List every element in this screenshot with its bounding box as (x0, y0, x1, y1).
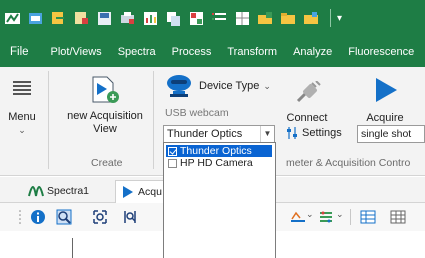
checkbox-unchecked[interactable] (168, 158, 177, 168)
acquisition-mode-select[interactable]: single shot (357, 125, 425, 143)
tab-transform[interactable]: Transform (219, 46, 285, 58)
tab-acquisition[interactable]: Acqu (115, 180, 169, 203)
export-icon[interactable] (73, 10, 90, 27)
toolbar-separator (350, 209, 351, 225)
webcam-icon (167, 75, 191, 97)
group-divider (153, 71, 154, 169)
settings-label: Settings (302, 127, 342, 139)
table-icon[interactable] (360, 209, 376, 225)
sliders-icon (287, 127, 297, 139)
plug-icon (296, 80, 321, 103)
new-acquisition-icon (92, 76, 119, 103)
new-acquisition-view-button[interactable]: new Acquisition View (64, 73, 146, 136)
folder-open-icon[interactable] (303, 10, 320, 27)
info-icon[interactable] (30, 209, 46, 225)
list-icon[interactable] (211, 10, 228, 27)
connect-button[interactable]: Connect (282, 80, 332, 124)
menu-button[interactable]: Menu ⌄ (4, 77, 40, 147)
folder-plus-icon[interactable] (257, 10, 274, 27)
print-icon[interactable] (119, 10, 136, 27)
tab-fluorescence[interactable]: Fluorescence (340, 46, 422, 58)
create-group-label: Create (91, 157, 123, 169)
device-type-button[interactable]: Device Type ⌄ (165, 73, 271, 99)
acquire-label: Acquire (366, 112, 404, 124)
tab-spectra1-label: Spectra1 (47, 185, 90, 197)
app-logo-icon[interactable] (4, 10, 21, 27)
tab-analyze[interactable]: Analyze (285, 46, 340, 58)
tab-acquisition-label: Acqu (138, 186, 162, 198)
device-select[interactable]: Thunder Optics ▼ (163, 125, 275, 143)
play-icon (123, 186, 133, 198)
chevron-down-icon[interactable]: ▼ (260, 126, 274, 142)
settings-button[interactable]: Settings (286, 126, 342, 140)
zoom-fit-icon[interactable] (92, 209, 108, 225)
device-dropdown-list: Thunder Optics HP HD Camera (163, 142, 276, 258)
device-select-value: Thunder Optics (167, 128, 243, 140)
tab-plot-views[interactable]: Plot/Views (43, 46, 110, 58)
device-subtitle: USB webcam (165, 107, 229, 119)
tab-file[interactable]: File (2, 46, 43, 58)
device-option-label: Thunder Optics (180, 145, 252, 157)
tab-process[interactable]: Process (164, 46, 220, 58)
toolbar-grip (19, 210, 21, 224)
checkbox-checked[interactable] (168, 146, 177, 156)
hamburger-icon (13, 81, 31, 95)
import-icon[interactable] (50, 10, 67, 27)
save-icon[interactable] (96, 10, 113, 27)
zoom-region-icon[interactable] (122, 209, 138, 225)
open-icon[interactable] (27, 10, 44, 27)
device-option-label: HP HD Camera (180, 157, 253, 169)
acquisition-control-group-label: meter & Acquisition Contro (286, 157, 411, 169)
ribbon-tab-bar: File Plot/Views Spectra Process Transfor… (0, 36, 425, 67)
spectra-icon (28, 186, 44, 197)
device-option-thunder-optics[interactable]: Thunder Optics (166, 145, 272, 157)
play-icon (376, 78, 397, 102)
chevron-down-icon[interactable]: ⌄ (336, 209, 344, 220)
grid-icon[interactable] (234, 10, 251, 27)
connect-label: Connect (286, 112, 328, 124)
folder-icon[interactable] (280, 10, 297, 27)
zoom-icon[interactable] (56, 209, 72, 225)
new-acquisition-label: new Acquisition View (67, 110, 143, 135)
quick-access-toolbar: ▾ (0, 0, 425, 36)
chart-icon[interactable] (142, 10, 159, 27)
peaks-icon[interactable] (318, 209, 334, 225)
layout-icon[interactable] (188, 10, 205, 27)
grid-view-icon[interactable] (390, 209, 406, 225)
plot-axis-line (72, 238, 73, 258)
chevron-down-icon: ⌄ (263, 80, 271, 91)
copy-icon[interactable] (165, 10, 182, 27)
tab-spectra1[interactable]: Spectra1 (28, 180, 89, 202)
baseline-icon[interactable] (290, 209, 306, 225)
toolbar-separator (330, 9, 331, 27)
tab-spectra[interactable]: Spectra (110, 46, 164, 58)
chevron-down-icon[interactable]: ⌄ (306, 209, 314, 220)
group-divider (48, 71, 49, 169)
customize-toolbar-dropdown[interactable]: ▾ (337, 13, 342, 24)
acquire-button[interactable]: Acquire (358, 75, 412, 124)
chevron-down-icon: ⌄ (18, 125, 26, 135)
device-type-label: Device Type (199, 80, 260, 92)
menu-button-label: Menu (8, 111, 36, 123)
acquisition-mode-value: single shot (361, 128, 412, 140)
device-option-hp-hd-camera[interactable]: HP HD Camera (166, 157, 272, 169)
